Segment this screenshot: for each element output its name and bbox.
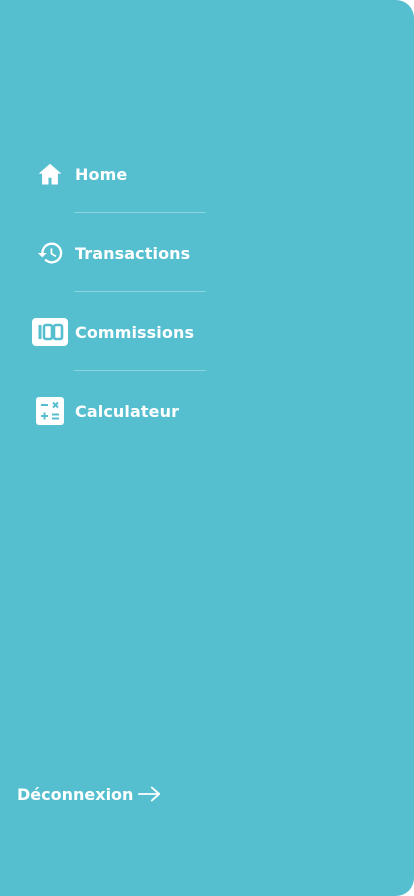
menu-item-label: Calculateur: [75, 401, 180, 421]
arrow-right-icon: [138, 782, 162, 806]
history-icon: [30, 238, 70, 268]
divider: [74, 291, 206, 292]
counter-icon: [30, 317, 70, 347]
home-icon: [30, 159, 70, 189]
menu-item-home[interactable]: Home: [28, 149, 208, 199]
nav-list: Home Transactions Commissions Calculateu…: [28, 149, 208, 436]
divider: [74, 370, 206, 371]
menu-item-label: Transactions: [75, 243, 191, 263]
menu-item-label: Commissions: [75, 322, 195, 342]
menu-item-transactions[interactable]: Transactions: [28, 228, 208, 278]
menu-item-commissions[interactable]: Commissions: [28, 307, 208, 357]
side-menu: Home Transactions Commissions Calculateu…: [0, 0, 414, 896]
divider: [74, 212, 206, 213]
logout-button[interactable]: Déconnexion: [17, 782, 162, 806]
logout-label: Déconnexion: [17, 784, 134, 804]
calculator-icon: [30, 396, 70, 426]
menu-item-calculateur[interactable]: Calculateur: [28, 386, 208, 436]
menu-item-label: Home: [75, 164, 128, 184]
